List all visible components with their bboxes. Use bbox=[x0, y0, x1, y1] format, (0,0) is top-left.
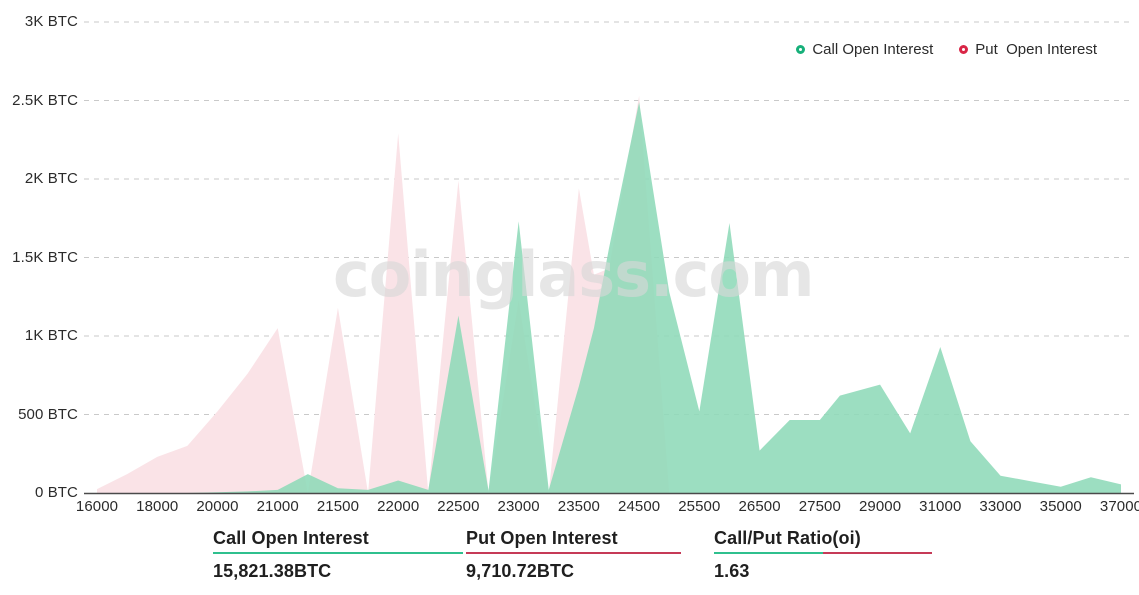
x-axis-tick-label: 21000 bbox=[256, 498, 299, 515]
x-axis-tick-label: 18000 bbox=[136, 498, 179, 515]
legend-dot-call-icon bbox=[796, 45, 806, 54]
y-axis-tick-label: 2K BTC bbox=[24, 170, 78, 187]
legend-dot-put-icon bbox=[959, 45, 969, 54]
x-axis-tick-label: 37000 bbox=[1099, 498, 1139, 515]
summary-item-call-put-ratio: Call/Put Ratio(oi) 1.63 bbox=[714, 528, 932, 582]
legend-item-call[interactable]: Call Open Interest bbox=[796, 41, 933, 58]
x-axis-tick-label: 22000 bbox=[377, 498, 420, 515]
x-axis-tick-label: 27500 bbox=[798, 498, 841, 515]
legend-label-call: Call Open Interest bbox=[812, 41, 934, 58]
summary-item-call-open-interest: Call Open Interest 15,821.38BTC bbox=[213, 528, 463, 582]
x-axis-tick-label: 21500 bbox=[316, 498, 360, 515]
legend-item-put[interactable]: Put Open Interest bbox=[959, 41, 1097, 58]
y-axis-tick-label: 500 BTC bbox=[18, 405, 78, 423]
summary-title-call: Call Open Interest bbox=[213, 528, 369, 548]
summary-value-put: 9,710.72BTC bbox=[466, 560, 575, 581]
x-axis-tick-label: 23000 bbox=[497, 498, 540, 515]
x-axis-tick-label: 20000 bbox=[196, 498, 239, 515]
x-axis-tick-label: 25500 bbox=[678, 498, 721, 515]
x-axis-tick-label: 16000 bbox=[75, 498, 119, 515]
legend-label-put: Put Open Interest bbox=[975, 41, 1097, 58]
options-open-interest-chart-panel: coinglass.com 3K BTC 2.5K BTC 2K BTC 1.5K B… bbox=[0, 0, 1139, 595]
y-axis-tick-label: 3K BTC bbox=[24, 13, 78, 30]
summary-title-put: Put Open Interest bbox=[466, 528, 618, 548]
x-axis: 16000 18000 20000 21000 21500 22000 22500 23000… bbox=[0, 498, 1139, 524]
summary-bar: Call Open Interest 15,821.38BTC Put Open… bbox=[0, 528, 1139, 595]
x-axis-tick-label: 24500 bbox=[618, 498, 661, 515]
chart-plot-svg bbox=[84, 21, 1134, 495]
summary-value-call: 15,821.38BTC bbox=[213, 560, 332, 581]
y-axis-tick-label: 1.5K BTC bbox=[12, 248, 78, 266]
x-axis-tick-label: 26500 bbox=[738, 498, 781, 515]
y-axis: 3K BTC 2.5K BTC 2K BTC 1.5K BTC 1K BTC 500 BT… bbox=[0, 0, 78, 525]
y-axis-tick-label: 1K BTC bbox=[24, 327, 78, 344]
x-axis-tick-label: 35000 bbox=[1039, 498, 1082, 515]
x-axis-tick-label: 29000 bbox=[858, 498, 902, 515]
summary-value-ratio: 1.63 bbox=[714, 560, 750, 581]
summary-item-put-open-interest: Put Open Interest 9,710.72BTC bbox=[466, 528, 681, 582]
chart-canvas: coinglass.com 3K BTC 2.5K BTC 2K BTC 1.5K B… bbox=[0, 0, 1139, 525]
summary-title-ratio: Call/Put Ratio(oi) bbox=[714, 528, 861, 548]
x-axis-tick-label: 33000 bbox=[979, 498, 1022, 515]
x-axis-tick-label: 31000 bbox=[919, 498, 962, 515]
y-axis-tick-label: 2.5K BTC bbox=[12, 91, 78, 109]
x-axis-tick-label: 23500 bbox=[557, 498, 600, 515]
x-axis-tick-label: 22500 bbox=[437, 498, 480, 515]
chart-legend: Call Open Interest Put Open Interest bbox=[796, 41, 1097, 58]
